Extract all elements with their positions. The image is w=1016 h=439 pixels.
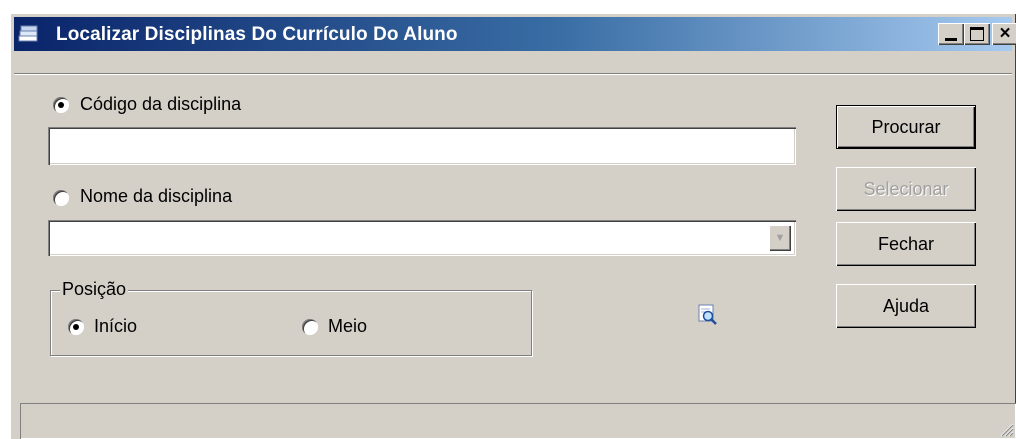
name-radio[interactable]	[53, 190, 69, 206]
top-separator	[14, 73, 1012, 75]
position-group-legend: Posição	[60, 279, 129, 300]
name-dropdown-button[interactable]: ▼	[769, 225, 791, 251]
close-button[interactable]: Fechar	[836, 222, 976, 266]
position-start-label[interactable]: Início	[94, 316, 137, 337]
dialog-window: Localizar Disciplinas Do Currículo Do Al…	[10, 13, 1016, 439]
resize-grip-icon[interactable]	[998, 421, 1014, 437]
close-window-button[interactable]: ×	[992, 23, 1016, 45]
status-bar	[20, 403, 1016, 439]
code-radio[interactable]	[53, 97, 69, 113]
minimize-button[interactable]	[938, 23, 964, 45]
code-radio-label[interactable]: Código da disciplina	[80, 94, 241, 115]
search-button[interactable]: Procurar	[836, 105, 976, 149]
select-button[interactable]: Selecionar	[836, 167, 976, 211]
maximize-icon	[970, 27, 984, 41]
position-middle-label[interactable]: Meio	[328, 316, 367, 337]
books-icon	[18, 25, 38, 42]
position-start-radio[interactable]	[68, 319, 84, 335]
name-combobox[interactable]	[48, 220, 796, 256]
maximize-button[interactable]	[964, 23, 990, 45]
close-icon: ×	[999, 23, 1011, 44]
name-radio-label[interactable]: Nome da disciplina	[80, 186, 232, 207]
chevron-down-icon: ▼	[774, 232, 786, 244]
magnifier-icon[interactable]	[698, 304, 718, 326]
title-bar[interactable]: Localizar Disciplinas Do Currículo Do Al…	[14, 17, 1016, 51]
help-button[interactable]: Ajuda	[836, 284, 976, 328]
code-input[interactable]	[48, 127, 796, 165]
position-middle-radio[interactable]	[302, 319, 318, 335]
window-title: Localizar Disciplinas Do Currículo Do Al…	[56, 24, 458, 45]
minimize-icon	[945, 37, 957, 41]
